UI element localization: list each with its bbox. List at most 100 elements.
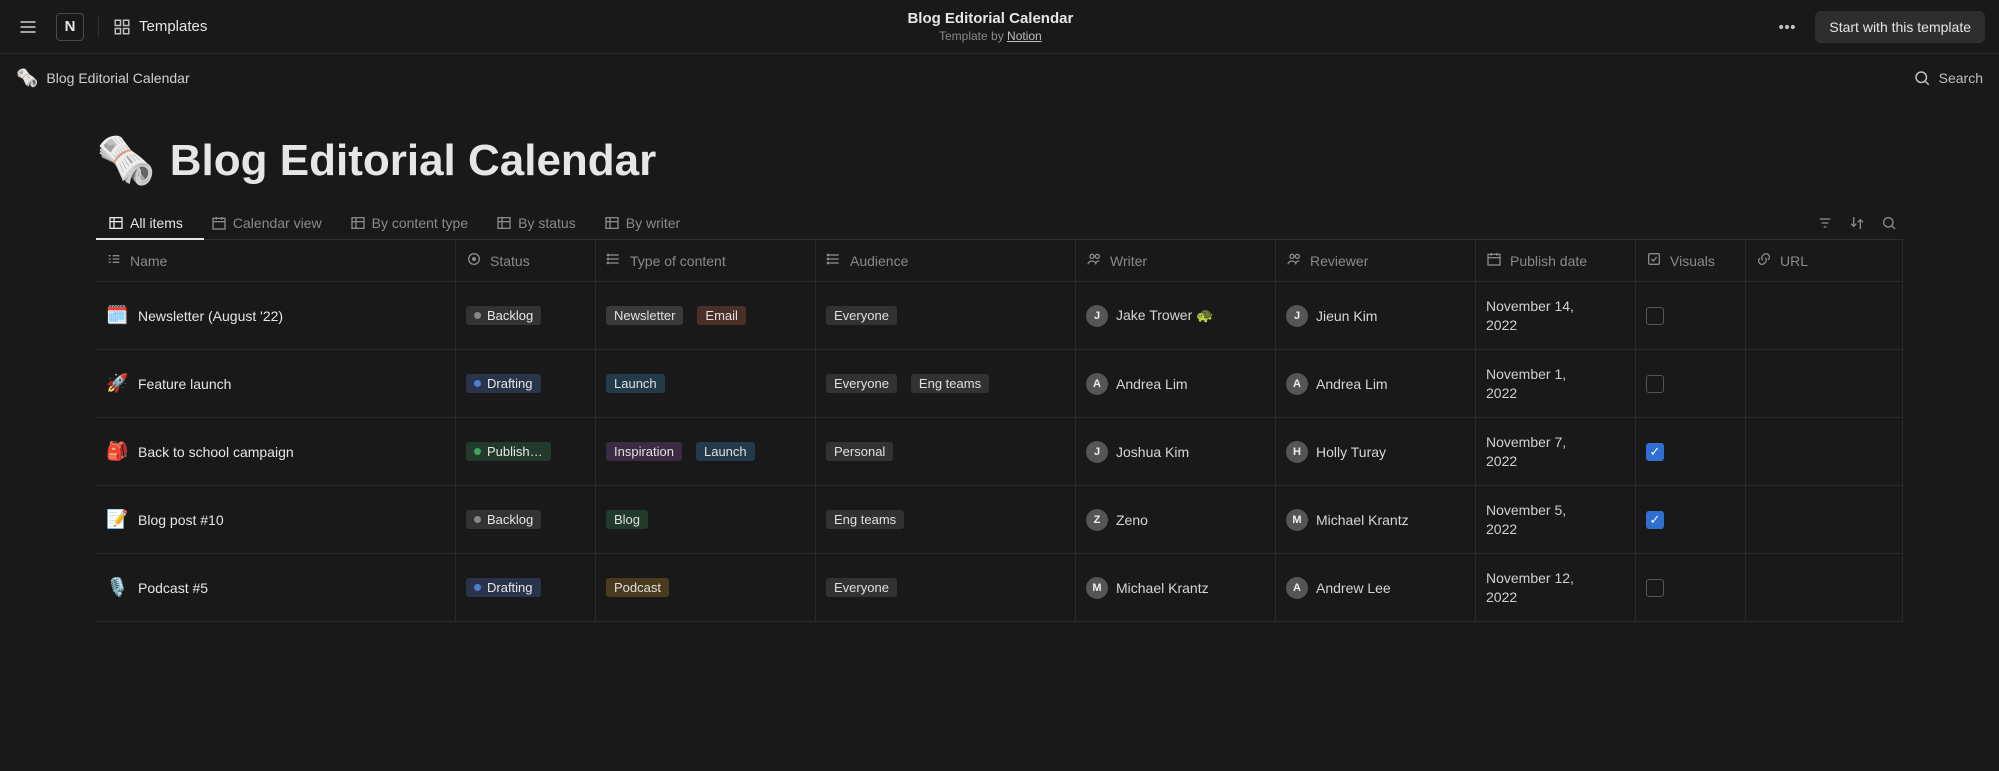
- audience-tag[interactable]: Everyone: [826, 374, 897, 393]
- visuals-checkbox[interactable]: [1646, 307, 1664, 325]
- cell-audience[interactable]: Eng teams: [816, 486, 1076, 554]
- person-chip[interactable]: HHolly Turay: [1286, 441, 1386, 463]
- status-badge[interactable]: Publish…: [466, 442, 551, 461]
- type-tag[interactable]: Podcast: [606, 578, 669, 597]
- tab-by-status[interactable]: By status: [484, 207, 588, 239]
- start-template-button[interactable]: Start with this template: [1815, 11, 1985, 43]
- cell-reviewer[interactable]: MMichael Krantz: [1276, 486, 1476, 554]
- tab-all-items[interactable]: All items: [96, 207, 195, 239]
- cell-url[interactable]: [1746, 350, 1903, 418]
- cell-status[interactable]: Backlog: [456, 486, 596, 554]
- cell-type[interactable]: Inspiration Launch: [596, 418, 816, 486]
- audience-tag[interactable]: Eng teams: [911, 374, 989, 393]
- row-title[interactable]: Newsletter (August '22): [138, 308, 283, 324]
- type-tag[interactable]: Blog: [606, 510, 648, 529]
- column-header-status[interactable]: Status: [456, 240, 596, 282]
- tab-calendar-view[interactable]: Calendar view: [199, 207, 334, 239]
- breadcrumb[interactable]: 🗞️ Blog Editorial Calendar: [16, 68, 190, 89]
- cell-type[interactable]: Blog: [596, 486, 816, 554]
- cell-audience[interactable]: Everyone: [816, 554, 1076, 622]
- sort-button[interactable]: [1843, 209, 1871, 237]
- person-chip[interactable]: MMichael Krantz: [1086, 577, 1209, 599]
- cell-visuals[interactable]: [1636, 418, 1746, 486]
- person-chip[interactable]: JJake Trower 🐢: [1086, 305, 1214, 327]
- cell-writer[interactable]: MMichael Krantz: [1076, 554, 1276, 622]
- cell-publish-date[interactable]: November 14,2022: [1476, 282, 1636, 350]
- more-menu-icon[interactable]: [1773, 13, 1801, 41]
- cell-url[interactable]: [1746, 282, 1903, 350]
- person-chip[interactable]: AAndrea Lim: [1086, 373, 1188, 395]
- column-header-audience[interactable]: Audience: [816, 240, 1076, 282]
- person-chip[interactable]: MMichael Krantz: [1286, 509, 1409, 531]
- cell-status[interactable]: Backlog: [456, 282, 596, 350]
- person-chip[interactable]: ZZeno: [1086, 509, 1148, 531]
- type-tag[interactable]: Newsletter: [606, 306, 683, 325]
- search-button[interactable]: Search: [1913, 69, 1983, 87]
- tab-by-writer[interactable]: By writer: [592, 207, 692, 239]
- audience-tag[interactable]: Personal: [826, 442, 893, 461]
- cell-url[interactable]: [1746, 554, 1903, 622]
- cell-reviewer[interactable]: JJieun Kim: [1276, 282, 1476, 350]
- audience-tag[interactable]: Everyone: [826, 306, 897, 325]
- cell-status[interactable]: Drafting: [456, 554, 596, 622]
- column-header-publish[interactable]: Publish date: [1476, 240, 1636, 282]
- cell-reviewer[interactable]: AAndrea Lim: [1276, 350, 1476, 418]
- cell-name[interactable]: 🚀Feature launch: [96, 350, 456, 418]
- row-title[interactable]: Feature launch: [138, 376, 231, 392]
- person-chip[interactable]: AAndrea Lim: [1286, 373, 1388, 395]
- cell-name[interactable]: 🎒Back to school campaign: [96, 418, 456, 486]
- cell-status[interactable]: Drafting: [456, 350, 596, 418]
- topbar-byline-author[interactable]: Notion: [1007, 29, 1042, 43]
- cell-visuals[interactable]: [1636, 282, 1746, 350]
- cell-url[interactable]: [1746, 486, 1903, 554]
- column-header-name[interactable]: Name: [96, 240, 456, 282]
- audience-tag[interactable]: Eng teams: [826, 510, 904, 529]
- cell-visuals[interactable]: [1636, 554, 1746, 622]
- type-tag[interactable]: Email: [697, 306, 746, 325]
- cell-url[interactable]: [1746, 418, 1903, 486]
- type-tag[interactable]: Launch: [606, 374, 665, 393]
- row-title[interactable]: Podcast #5: [138, 580, 208, 596]
- person-chip[interactable]: JJoshua Kim: [1086, 441, 1189, 463]
- cell-name[interactable]: 📝Blog post #10: [96, 486, 456, 554]
- table-search-button[interactable]: [1875, 209, 1903, 237]
- tab-by-content-type[interactable]: By content type: [338, 207, 481, 239]
- cell-name[interactable]: 🗓️Newsletter (August '22): [96, 282, 456, 350]
- cell-writer[interactable]: JJoshua Kim: [1076, 418, 1276, 486]
- visuals-checkbox[interactable]: [1646, 375, 1664, 393]
- type-tag[interactable]: Launch: [696, 442, 755, 461]
- cell-visuals[interactable]: [1636, 350, 1746, 418]
- cell-audience[interactable]: Everyone Eng teams: [816, 350, 1076, 418]
- row-title[interactable]: Blog post #10: [138, 512, 224, 528]
- cell-publish-date[interactable]: November 1,2022: [1476, 350, 1636, 418]
- templates-link[interactable]: Templates: [113, 18, 207, 36]
- row-title[interactable]: Back to school campaign: [138, 444, 294, 460]
- cell-publish-date[interactable]: November 7,2022: [1476, 418, 1636, 486]
- page-emoji[interactable]: 🗞️: [96, 132, 156, 189]
- cell-publish-date[interactable]: November 12,2022: [1476, 554, 1636, 622]
- cell-writer[interactable]: ZZeno: [1076, 486, 1276, 554]
- cell-visuals[interactable]: [1636, 486, 1746, 554]
- page-title[interactable]: Blog Editorial Calendar: [170, 136, 657, 186]
- column-header-writer[interactable]: Writer: [1076, 240, 1276, 282]
- cell-reviewer[interactable]: HHolly Turay: [1276, 418, 1476, 486]
- status-badge[interactable]: Backlog: [466, 306, 541, 325]
- cell-type[interactable]: Launch: [596, 350, 816, 418]
- cell-type[interactable]: Podcast: [596, 554, 816, 622]
- status-badge[interactable]: Drafting: [466, 578, 541, 597]
- column-header-type[interactable]: Type of content: [596, 240, 816, 282]
- cell-audience[interactable]: Personal: [816, 418, 1076, 486]
- cell-type[interactable]: Newsletter Email: [596, 282, 816, 350]
- cell-writer[interactable]: AAndrea Lim: [1076, 350, 1276, 418]
- audience-tag[interactable]: Everyone: [826, 578, 897, 597]
- visuals-checkbox[interactable]: [1646, 511, 1664, 529]
- cell-status[interactable]: Publish…: [456, 418, 596, 486]
- cell-name[interactable]: 🎙️Podcast #5: [96, 554, 456, 622]
- status-badge[interactable]: Backlog: [466, 510, 541, 529]
- cell-reviewer[interactable]: AAndrew Lee: [1276, 554, 1476, 622]
- notion-logo-icon[interactable]: N: [56, 13, 84, 41]
- person-chip[interactable]: AAndrew Lee: [1286, 577, 1391, 599]
- type-tag[interactable]: Inspiration: [606, 442, 682, 461]
- cell-writer[interactable]: JJake Trower 🐢: [1076, 282, 1276, 350]
- cell-publish-date[interactable]: November 5,2022: [1476, 486, 1636, 554]
